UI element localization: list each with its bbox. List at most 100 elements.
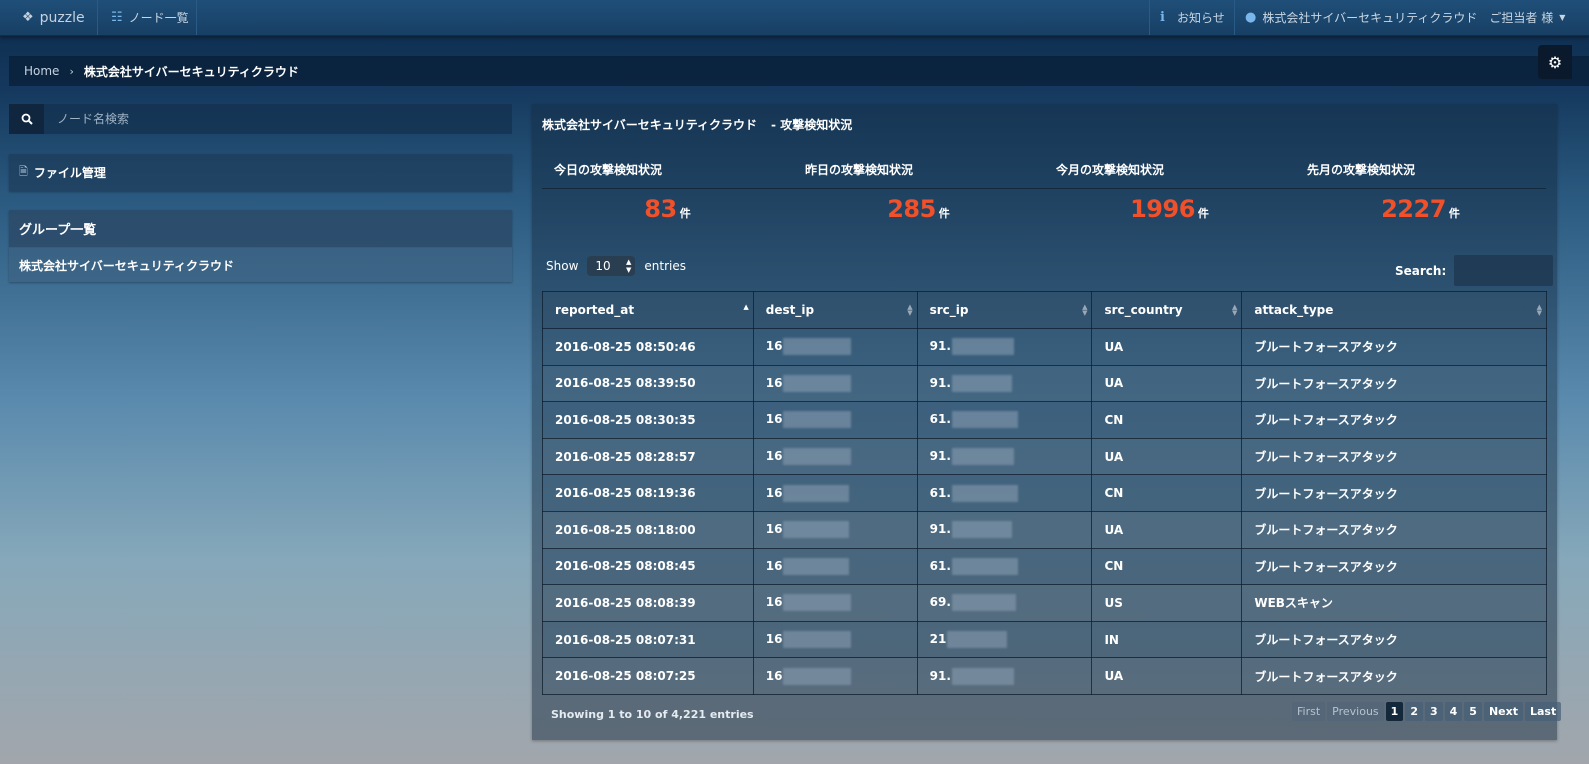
cell-src-ip: 69. <box>916 584 1093 622</box>
column-header-dest-ip[interactable]: dest_ip ▲ ▼ <box>752 291 918 329</box>
table-row: 2016-08-25 08:08:45 16 61. CN ブルートフォースアタ… <box>542 547 1547 586</box>
cell-src-country: UA <box>1091 657 1243 695</box>
table-row: 2016-08-25 08:39:50 16 91. UA ブルートフォースアタ… <box>542 364 1547 403</box>
group-list-item[interactable]: 株式会社サイバーセキュリティクラウド <box>9 248 512 282</box>
redaction-mask <box>783 484 850 502</box>
page-last[interactable]: Last <box>1524 702 1562 721</box>
node-search <box>9 104 512 134</box>
sort-icon: ▲ ▼ <box>907 303 913 317</box>
redaction-mask <box>951 667 1014 685</box>
redaction-mask <box>783 338 852 356</box>
file-icon: 🗎 <box>19 165 28 178</box>
entries-select[interactable]: 10 ▲ ▼ <box>587 256 636 276</box>
column-header-reported-at[interactable]: reported_at ▲ <box>542 291 754 329</box>
cell-dest-ip: 16 <box>752 620 918 659</box>
cell-src-country: US <box>1091 584 1243 622</box>
table-search-input[interactable] <box>1454 255 1554 286</box>
cell-src-country: UA <box>1091 364 1243 403</box>
cell-reported-at: 2016-08-25 08:07:25 <box>542 657 754 695</box>
top-navbar: ❖ puzzle ☷ ノード一覧 i お知らせ ● 株式会社サイバーセキュリティ… <box>0 0 1589 36</box>
puzzle-icon: ❖ <box>22 10 34 25</box>
show-label: Show <box>546 259 579 273</box>
redaction-mask <box>951 521 1012 539</box>
cell-dest-ip: 16 <box>752 401 918 439</box>
redaction-mask <box>951 374 1012 392</box>
cell-dest-ip: 16 <box>752 437 918 476</box>
column-header-attack-type[interactable]: attack_type ▲ ▼ <box>1241 291 1547 329</box>
breadcrumb: Home › 株式会社サイバーセキュリティクラウド <box>9 56 1589 86</box>
cell-attack-type: ブルートフォースアタック <box>1241 547 1547 586</box>
nav-node-list-label: ノード一覧 <box>128 11 189 25</box>
cell-dest-ip: 16 <box>752 510 918 549</box>
cell-src-ip: 61. <box>916 474 1093 512</box>
redaction-mask <box>783 557 850 575</box>
navbar-divider <box>1149 0 1150 35</box>
cell-dest-ip: 16 <box>752 657 918 695</box>
page-1[interactable]: 1 <box>1385 702 1404 721</box>
entries-length-control: Show 10 ▲ ▼ entries <box>546 256 686 276</box>
table-search-label: Search: <box>1395 263 1447 278</box>
stat-label: 今日の攻撃検知状況 <box>542 154 793 189</box>
redaction-mask <box>951 338 1014 356</box>
page-4[interactable]: 4 <box>1444 702 1463 721</box>
cell-src-country: CN <box>1091 547 1243 586</box>
cell-reported-at: 2016-08-25 08:18:00 <box>542 510 754 549</box>
sort-asc-icon: ▲ <box>743 303 749 311</box>
sort-icon: ▲ ▼ <box>1231 303 1238 317</box>
nav-node-list[interactable]: ☷ ノード一覧 <box>111 0 189 35</box>
column-header-src-ip[interactable]: src_ip ▲ ▼ <box>916 291 1093 329</box>
search-icon[interactable] <box>9 104 44 134</box>
stat-value: 83 <box>644 195 677 223</box>
node-search-input[interactable] <box>44 104 512 134</box>
cell-reported-at: 2016-08-25 08:28:57 <box>542 437 754 476</box>
chevron-right-icon: › <box>69 64 74 78</box>
cell-dest-ip: 16 <box>752 328 918 366</box>
page-first[interactable]: First <box>1292 702 1326 721</box>
page-next[interactable]: Next <box>1483 702 1523 721</box>
table-row: 2016-08-25 08:18:00 16 91. UA ブルートフォースアタ… <box>542 510 1547 549</box>
stat-yesterday: 昨日の攻撃検知状況 285 件 <box>793 154 1044 223</box>
cell-attack-type: ブルートフォースアタック <box>1241 437 1547 476</box>
table-row: 2016-08-25 08:19:36 16 61. CN ブルートフォースアタ… <box>542 474 1547 512</box>
panel-title-company: 株式会社サイバーセキュリティクラウド <box>542 118 758 132</box>
cell-attack-type: ブルートフォースアタック <box>1241 657 1547 695</box>
redaction-mask <box>783 448 852 466</box>
redaction-mask <box>951 484 1018 502</box>
redaction-mask <box>947 631 1008 649</box>
cell-src-country: UA <box>1091 437 1243 476</box>
entries-label: entries <box>644 259 686 273</box>
cell-attack-type: ブルートフォースアタック <box>1241 620 1547 659</box>
stat-unit: 件 <box>938 207 950 220</box>
page-2[interactable]: 2 <box>1405 702 1423 721</box>
file-management-link[interactable]: 🗎 ファイル管理 <box>9 154 512 191</box>
table-row: 2016-08-25 08:08:39 16 69. US WEBスキャン <box>542 584 1547 622</box>
cell-dest-ip: 16 <box>752 474 918 512</box>
table-row: 2016-08-25 08:30:35 16 61. CN ブルートフォースアタ… <box>542 401 1547 439</box>
nav-notice[interactable]: i お知らせ <box>1160 0 1225 35</box>
settings-button[interactable]: ⚙ <box>1538 45 1572 79</box>
brand-link[interactable]: ❖ puzzle <box>22 0 85 35</box>
file-management-label: ファイル管理 <box>33 166 106 180</box>
page-3[interactable]: 3 <box>1424 702 1443 721</box>
page-5[interactable]: 5 <box>1464 702 1482 721</box>
table-row: 2016-08-25 08:28:57 16 91. UA ブルートフォースアタ… <box>542 437 1547 476</box>
brand-label: puzzle <box>39 9 85 26</box>
stat-today: 今日の攻撃検知状況 83 件 <box>542 154 793 223</box>
cell-reported-at: 2016-08-25 08:50:46 <box>542 328 754 366</box>
stat-this-month: 今月の攻撃検知状況 1996 件 <box>1044 154 1295 223</box>
cell-attack-type: ブルートフォースアタック <box>1241 510 1547 549</box>
redaction-mask <box>783 631 852 649</box>
breadcrumb-home[interactable]: Home <box>24 64 59 78</box>
table-header-row: reported_at ▲ dest_ip ▲ ▼ src_ip ▲ ▼ src_coun… <box>542 291 1547 329</box>
redaction-mask <box>951 594 1016 612</box>
cell-reported-at: 2016-08-25 08:07:31 <box>542 620 754 659</box>
table-row: 2016-08-25 08:07:31 16 21 IN ブルートフォースアタッ… <box>542 620 1547 659</box>
nav-company-label: 株式会社サイバーセキュリティクラウド <box>1262 11 1478 25</box>
nav-user-menu[interactable]: ● 株式会社サイバーセキュリティクラウド ご担当者 様 ▼ <box>1245 0 1565 35</box>
page-previous[interactable]: Previous <box>1327 702 1384 721</box>
group-list-header: グループ一覧 <box>9 210 512 248</box>
column-header-src-country[interactable]: src_country ▲ ▼ <box>1091 291 1243 329</box>
cell-src-ip: 91. <box>916 328 1093 366</box>
user-icon: ● <box>1245 10 1257 25</box>
cell-attack-type: ブルートフォースアタック <box>1241 401 1547 439</box>
